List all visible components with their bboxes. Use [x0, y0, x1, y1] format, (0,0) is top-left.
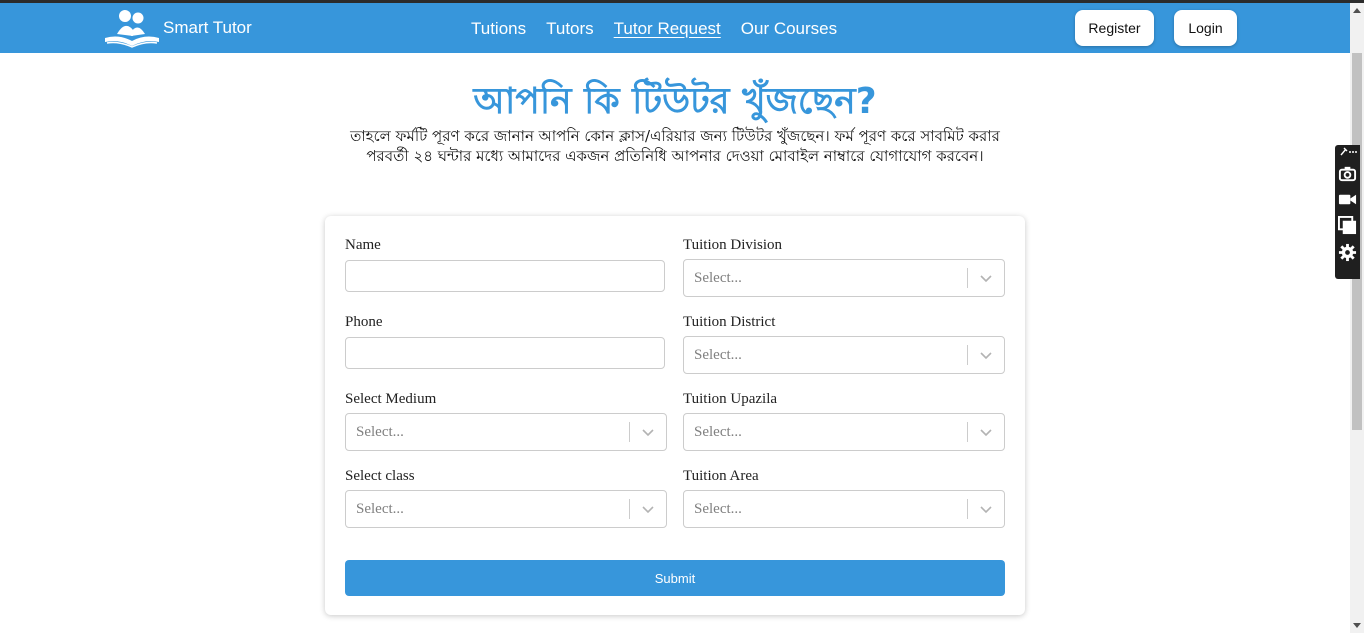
area-select[interactable]: Select...: [683, 490, 1005, 528]
chevron-down-icon[interactable]: [979, 502, 993, 516]
phone-input[interactable]: [345, 337, 665, 369]
page-description: তাহলে ফর্মটি পূরণ করে জানান আপনি কোন ক্ল…: [350, 127, 1000, 165]
nav-link-our-courses[interactable]: Our Courses: [741, 19, 837, 39]
capture-toolbar: [1335, 145, 1360, 279]
division-label: Tuition Division: [683, 237, 783, 253]
page-scrollbar[interactable]: [1350, 3, 1364, 633]
video-icon[interactable]: [1338, 190, 1357, 209]
name-input[interactable]: [345, 260, 665, 292]
medium-select[interactable]: Select...: [345, 413, 667, 451]
upazila-label: Tuition Upazila: [683, 391, 778, 407]
scroll-up-icon[interactable]: [1353, 8, 1361, 13]
nav-link-tutor-request[interactable]: Tutor Request: [614, 19, 721, 39]
upazila-select-placeholder: Select...: [694, 424, 742, 440]
chevron-down-icon[interactable]: [979, 271, 993, 285]
chevron-down-icon[interactable]: [979, 425, 993, 439]
select-separator: [629, 499, 630, 519]
name-label: Name: [345, 237, 381, 253]
medium-select-placeholder: Select...: [356, 424, 404, 440]
chevron-down-icon[interactable]: [979, 348, 993, 362]
select-separator: [967, 422, 968, 442]
select-separator: [967, 345, 968, 365]
chevron-down-icon[interactable]: [641, 425, 655, 439]
more-icon[interactable]: [1348, 146, 1358, 158]
district-select-placeholder: Select...: [694, 347, 742, 363]
phone-label: Phone: [345, 314, 383, 330]
division-select[interactable]: Select...: [683, 259, 1005, 297]
pin-icon[interactable]: [1338, 146, 1348, 158]
area-select-placeholder: Select...: [694, 501, 742, 517]
tutor-request-form: Name Phone Select Medium Select... Selec…: [325, 216, 1025, 615]
nav-link-tutors[interactable]: Tutors: [546, 19, 594, 39]
navbar: Smart Tutor Tutions Tutors Tutor Request…: [0, 3, 1350, 53]
gear-icon[interactable]: [1338, 243, 1357, 262]
district-label: Tuition District: [683, 314, 776, 330]
area-label: Tuition Area: [683, 468, 759, 484]
district-select[interactable]: Select...: [683, 336, 1005, 374]
brand-name: Smart Tutor: [163, 18, 252, 37]
select-separator: [629, 422, 630, 442]
chevron-down-icon[interactable]: [641, 502, 655, 516]
camera-icon[interactable]: [1338, 164, 1357, 183]
scroll-down-icon[interactable]: [1353, 623, 1361, 628]
nav-links: Tutions Tutors Tutor Request Our Courses: [471, 19, 857, 39]
class-select[interactable]: Select...: [345, 490, 667, 528]
login-button[interactable]: Login: [1174, 10, 1237, 46]
select-separator: [967, 268, 968, 288]
submit-button[interactable]: Submit: [345, 560, 1005, 596]
class-label: Select class: [345, 468, 415, 484]
reading-students-logo-icon: [105, 10, 159, 48]
class-select-placeholder: Select...: [356, 501, 404, 517]
division-select-placeholder: Select...: [694, 270, 742, 286]
upazila-select[interactable]: Select...: [683, 413, 1005, 451]
register-button[interactable]: Register: [1075, 10, 1154, 46]
nav-link-tutions[interactable]: Tutions: [471, 19, 526, 39]
window-icon[interactable]: [1338, 216, 1357, 235]
medium-label: Select Medium: [345, 391, 437, 407]
page-title: আপনি কি টিউটর খুঁজছেন?: [473, 81, 877, 122]
brand[interactable]: Smart Tutor: [103, 8, 252, 48]
select-separator: [967, 499, 968, 519]
